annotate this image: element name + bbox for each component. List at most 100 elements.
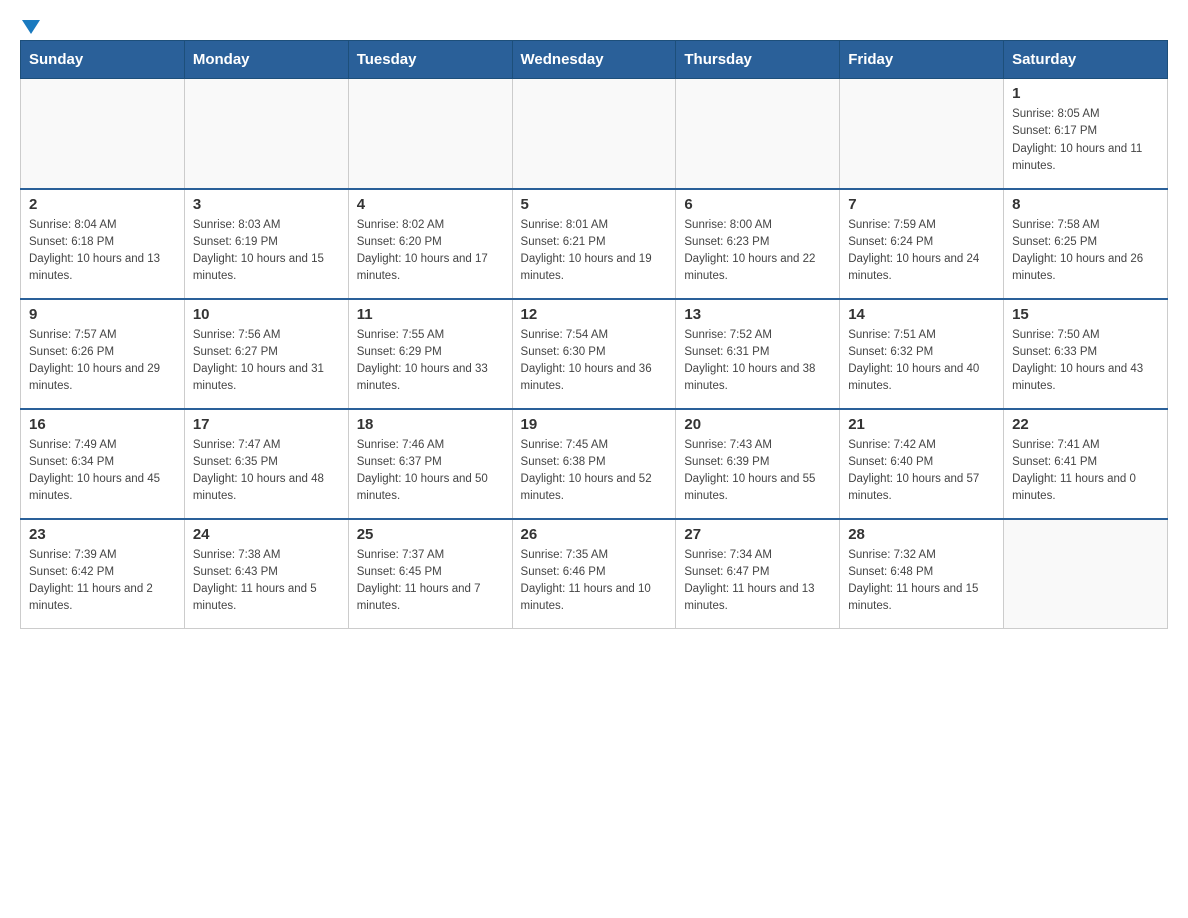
day-info: Sunrise: 7:35 AMSunset: 6:46 PMDaylight:…	[521, 547, 668, 616]
day-info: Sunrise: 8:01 AMSunset: 6:21 PMDaylight:…	[521, 217, 668, 286]
day-info: Sunrise: 7:45 AMSunset: 6:38 PMDaylight:…	[521, 437, 668, 506]
day-number: 4	[357, 196, 504, 213]
day-number: 21	[848, 416, 995, 433]
calendar-cell	[184, 79, 348, 189]
weekday-header-wednesday: Wednesday	[512, 41, 676, 79]
day-info: Sunrise: 7:34 AMSunset: 6:47 PMDaylight:…	[684, 547, 831, 616]
day-info: Sunrise: 7:41 AMSunset: 6:41 PMDaylight:…	[1012, 437, 1159, 506]
day-number: 2	[29, 196, 176, 213]
calendar-cell: 25 Sunrise: 7:37 AMSunset: 6:45 PMDayligh…	[348, 519, 512, 629]
calendar-cell: 28Sunrise: 7:32 AMSunset: 6:48 PMDayligh…	[840, 519, 1004, 629]
calendar-cell	[840, 79, 1004, 189]
day-info: Sunrise: 7:32 AMSunset: 6:48 PMDaylight:…	[848, 547, 995, 616]
day-number: 14	[848, 306, 995, 323]
calendar-cell: 11 Sunrise: 7:55 AMSunset: 6:29 PMDayligh…	[348, 299, 512, 409]
day-info: Sunrise: 7:55 AMSunset: 6:29 PMDaylight:…	[357, 327, 504, 396]
calendar-cell: 24 Sunrise: 7:38 AMSunset: 6:43 PMDayligh…	[184, 519, 348, 629]
calendar-cell: 15 Sunrise: 7:50 AMSunset: 6:33 PMDayligh…	[1004, 299, 1168, 409]
calendar-cell: 3 Sunrise: 8:03 AMSunset: 6:19 PMDaylight…	[184, 189, 348, 299]
day-number: 9	[29, 306, 176, 323]
day-number: 18	[357, 416, 504, 433]
day-number: 3	[193, 196, 340, 213]
day-info: Sunrise: 7:47 AMSunset: 6:35 PMDaylight:…	[193, 437, 340, 506]
day-info: Sunrise: 7:57 AMSunset: 6:26 PMDaylight:…	[29, 327, 176, 396]
day-number: 5	[521, 196, 668, 213]
day-info: Sunrise: 7:46 AMSunset: 6:37 PMDaylight:…	[357, 437, 504, 506]
weekday-header-row: SundayMondayTuesdayWednesdayThursdayFrid…	[21, 41, 1168, 79]
day-number: 15	[1012, 306, 1159, 323]
weekday-header-sunday: Sunday	[21, 41, 185, 79]
page-header	[20, 20, 1168, 30]
day-info: Sunrise: 7:50 AMSunset: 6:33 PMDaylight:…	[1012, 327, 1159, 396]
day-number: 1	[1012, 85, 1159, 102]
weekday-header-saturday: Saturday	[1004, 41, 1168, 79]
calendar-cell	[21, 79, 185, 189]
day-number: 19	[521, 416, 668, 433]
day-number: 12	[521, 306, 668, 323]
calendar-cell: 19 Sunrise: 7:45 AMSunset: 6:38 PMDayligh…	[512, 409, 676, 519]
day-number: 7	[848, 196, 995, 213]
calendar-cell	[348, 79, 512, 189]
weekday-header-thursday: Thursday	[676, 41, 840, 79]
day-number: 17	[193, 416, 340, 433]
day-number: 23	[29, 526, 176, 543]
day-info: Sunrise: 7:52 AMSunset: 6:31 PMDaylight:…	[684, 327, 831, 396]
calendar-cell: 18 Sunrise: 7:46 AMSunset: 6:37 PMDayligh…	[348, 409, 512, 519]
calendar-cell: 2Sunrise: 8:04 AMSunset: 6:18 PMDaylight…	[21, 189, 185, 299]
day-number: 22	[1012, 416, 1159, 433]
calendar-cell: 21 Sunrise: 7:42 AMSunset: 6:40 PMDayligh…	[840, 409, 1004, 519]
day-number: 10	[193, 306, 340, 323]
weekday-header-friday: Friday	[840, 41, 1004, 79]
calendar-cell: 7 Sunrise: 7:59 AMSunset: 6:24 PMDaylight…	[840, 189, 1004, 299]
calendar-cell: 13 Sunrise: 7:52 AMSunset: 6:31 PMDayligh…	[676, 299, 840, 409]
calendar-cell: 26Sunrise: 7:35 AMSunset: 6:46 PMDayligh…	[512, 519, 676, 629]
day-number: 20	[684, 416, 831, 433]
day-number: 16	[29, 416, 176, 433]
calendar-cell: 4 Sunrise: 8:02 AMSunset: 6:20 PMDaylight…	[348, 189, 512, 299]
calendar-week-row: 23 Sunrise: 7:39 AMSunset: 6:42 PMDayligh…	[21, 519, 1168, 629]
day-info: Sunrise: 7:37 AMSunset: 6:45 PMDaylight:…	[357, 547, 504, 616]
calendar-week-row: 9 Sunrise: 7:57 AMSunset: 6:26 PMDaylight…	[21, 299, 1168, 409]
logo-triangle-icon	[22, 20, 40, 34]
calendar-week-row: 16 Sunrise: 7:49 AMSunset: 6:34 PMDayligh…	[21, 409, 1168, 519]
day-number: 24	[193, 526, 340, 543]
weekday-header-tuesday: Tuesday	[348, 41, 512, 79]
day-info: Sunrise: 7:49 AMSunset: 6:34 PMDaylight:…	[29, 437, 176, 506]
calendar-cell: 23 Sunrise: 7:39 AMSunset: 6:42 PMDayligh…	[21, 519, 185, 629]
calendar-week-row: 2Sunrise: 8:04 AMSunset: 6:18 PMDaylight…	[21, 189, 1168, 299]
day-number: 11	[357, 306, 504, 323]
calendar-table: SundayMondayTuesdayWednesdayThursdayFrid…	[20, 40, 1168, 629]
calendar-cell: 8 Sunrise: 7:58 AMSunset: 6:25 PMDaylight…	[1004, 189, 1168, 299]
day-number: 6	[684, 196, 831, 213]
calendar-cell	[512, 79, 676, 189]
calendar-cell: 12 Sunrise: 7:54 AMSunset: 6:30 PMDayligh…	[512, 299, 676, 409]
day-info: Sunrise: 7:39 AMSunset: 6:42 PMDaylight:…	[29, 547, 176, 616]
day-info: Sunrise: 7:51 AMSunset: 6:32 PMDaylight:…	[848, 327, 995, 396]
calendar-week-row: 1 Sunrise: 8:05 AMSunset: 6:17 PMDaylight…	[21, 79, 1168, 189]
day-info: Sunrise: 7:58 AMSunset: 6:25 PMDaylight:…	[1012, 217, 1159, 286]
day-info: Sunrise: 7:56 AMSunset: 6:27 PMDaylight:…	[193, 327, 340, 396]
day-info: Sunrise: 7:54 AMSunset: 6:30 PMDaylight:…	[521, 327, 668, 396]
calendar-cell: 6Sunrise: 8:00 AMSunset: 6:23 PMDaylight…	[676, 189, 840, 299]
calendar-cell	[1004, 519, 1168, 629]
day-number: 13	[684, 306, 831, 323]
calendar-cell: 14 Sunrise: 7:51 AMSunset: 6:32 PMDayligh…	[840, 299, 1004, 409]
day-info: Sunrise: 8:03 AMSunset: 6:19 PMDaylight:…	[193, 217, 340, 286]
weekday-header-monday: Monday	[184, 41, 348, 79]
calendar-cell: 9 Sunrise: 7:57 AMSunset: 6:26 PMDaylight…	[21, 299, 185, 409]
day-number: 25	[357, 526, 504, 543]
day-info: Sunrise: 7:59 AMSunset: 6:24 PMDaylight:…	[848, 217, 995, 286]
day-info: Sunrise: 7:42 AMSunset: 6:40 PMDaylight:…	[848, 437, 995, 506]
calendar-cell: 1 Sunrise: 8:05 AMSunset: 6:17 PMDaylight…	[1004, 79, 1168, 189]
day-info: Sunrise: 7:43 AMSunset: 6:39 PMDaylight:…	[684, 437, 831, 506]
calendar-cell: 17 Sunrise: 7:47 AMSunset: 6:35 PMDayligh…	[184, 409, 348, 519]
calendar-cell: 20 Sunrise: 7:43 AMSunset: 6:39 PMDayligh…	[676, 409, 840, 519]
calendar-cell: 5 Sunrise: 8:01 AMSunset: 6:21 PMDaylight…	[512, 189, 676, 299]
day-info: Sunrise: 8:02 AMSunset: 6:20 PMDaylight:…	[357, 217, 504, 286]
day-info: Sunrise: 7:38 AMSunset: 6:43 PMDaylight:…	[193, 547, 340, 616]
calendar-cell: 16 Sunrise: 7:49 AMSunset: 6:34 PMDayligh…	[21, 409, 185, 519]
day-info: Sunrise: 8:05 AMSunset: 6:17 PMDaylight:…	[1012, 106, 1159, 175]
logo	[20, 20, 40, 30]
day-number: 8	[1012, 196, 1159, 213]
day-number: 27	[684, 526, 831, 543]
